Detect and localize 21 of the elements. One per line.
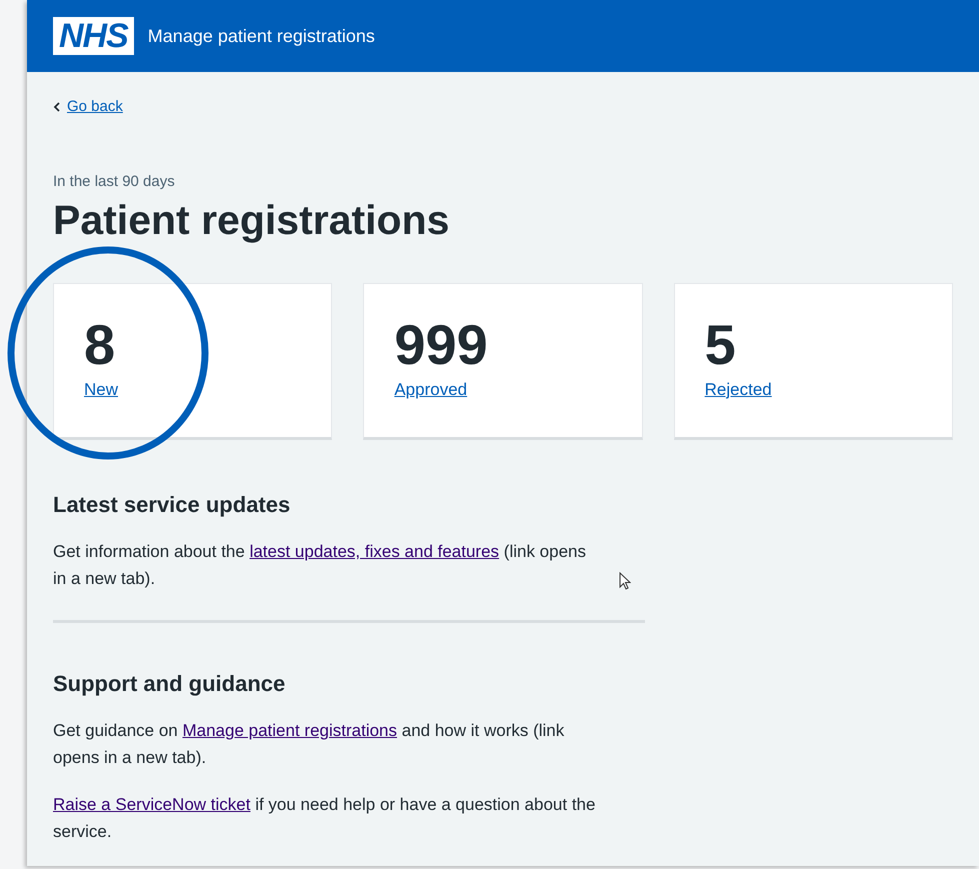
text-link[interactable]: latest updates, fixes and features <box>250 542 500 562</box>
page-caption: In the last 90 days <box>53 173 176 190</box>
text-link[interactable]: Manage patient registrations <box>182 721 398 740</box>
stat-link[interactable]: Approved <box>394 380 468 400</box>
stat-count: 999 <box>394 314 488 376</box>
stat-link[interactable]: New <box>84 380 118 400</box>
stat-count: 8 <box>84 314 116 376</box>
stat-count: 5 <box>704 314 736 376</box>
chevron-left-icon <box>53 102 61 112</box>
section-heading: Latest service updates <box>53 492 292 518</box>
paragraph: Get information about the latest updates, fixes and features (link opens in a new tab). <box>53 541 587 590</box>
stat-link[interactable]: Rejected <box>704 380 772 400</box>
nhs-logo: NHS <box>53 17 134 55</box>
cursor-icon <box>619 572 631 590</box>
paragraph: Get guidance on Manage patient registrations and how it works (link opens in a new tab). <box>53 720 566 770</box>
back-link[interactable]: Go back <box>67 98 123 115</box>
text-link[interactable]: Raise a ServiceNow ticket <box>53 795 250 814</box>
service-name: Manage patient registrations <box>148 26 375 46</box>
paragraph: Raise a ServiceNow ticket if you need help or have a question about the service. <box>53 794 596 844</box>
section-heading: Support and guidance <box>53 671 286 698</box>
page-title: Patient registrations <box>53 196 450 245</box>
